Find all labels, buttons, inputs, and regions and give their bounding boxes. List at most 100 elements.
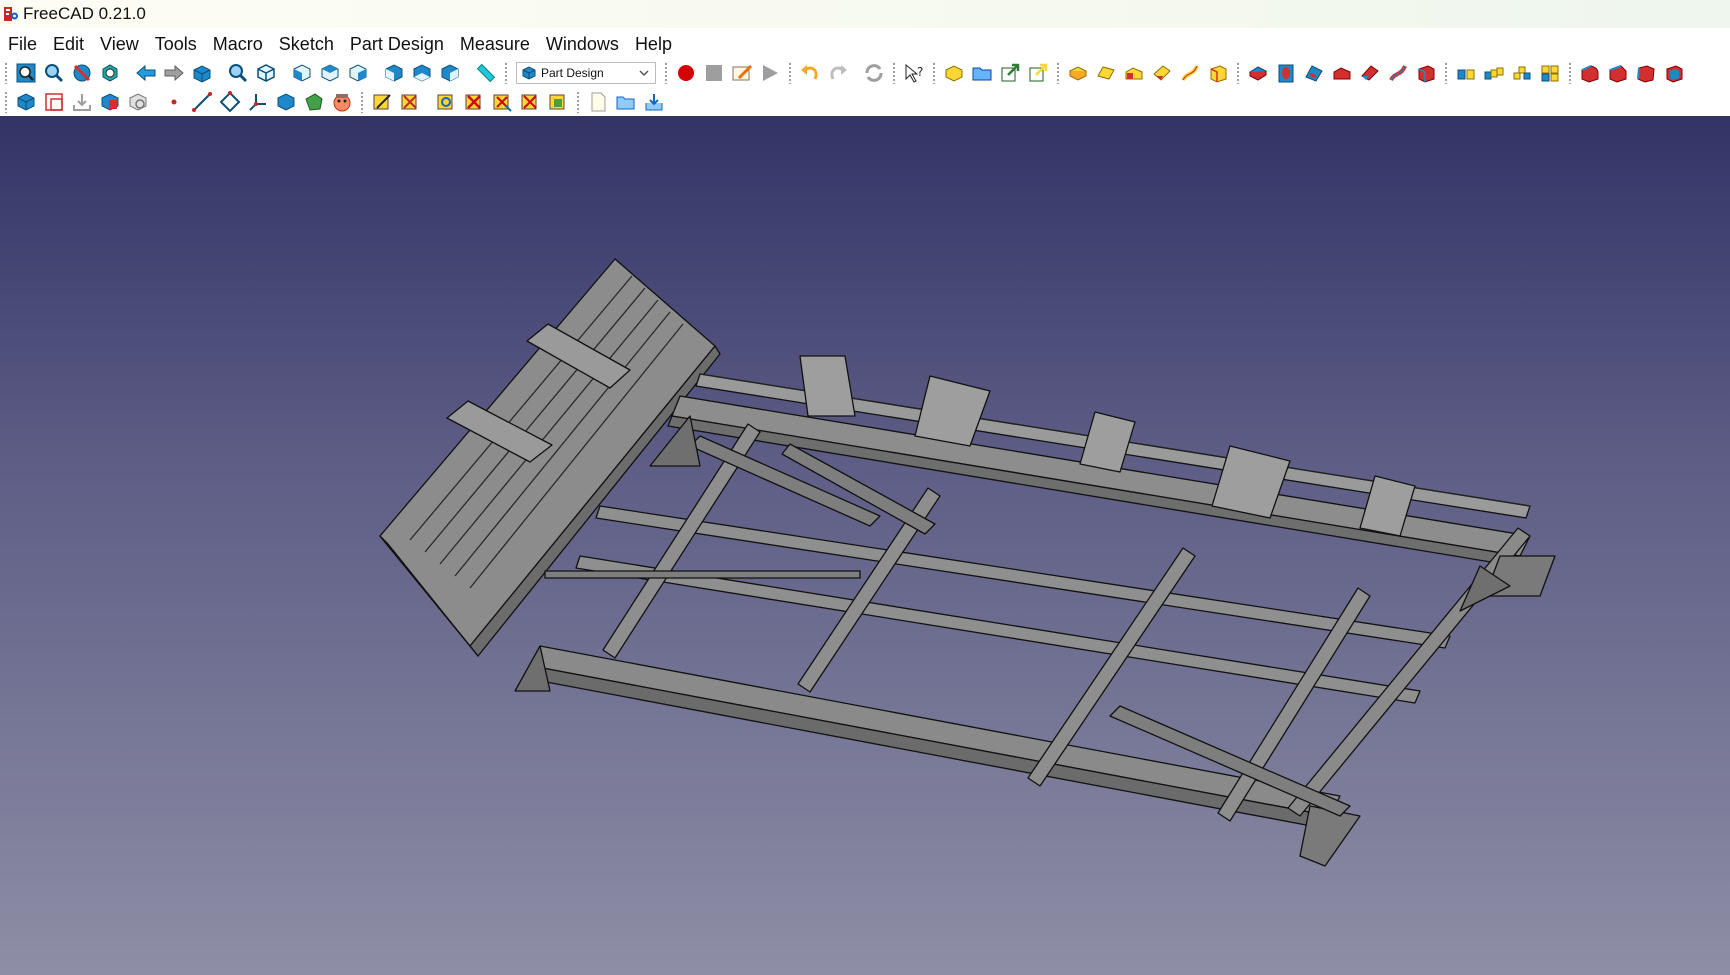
groove-icon[interactable] bbox=[1301, 60, 1327, 86]
hole-icon[interactable] bbox=[1273, 60, 1299, 86]
subtractive-box-icon[interactable] bbox=[1413, 60, 1439, 86]
mirrored-icon[interactable] bbox=[1453, 60, 1479, 86]
isometric-view-icon[interactable] bbox=[253, 60, 279, 86]
redo-icon[interactable] bbox=[825, 60, 851, 86]
shape-green-icon[interactable] bbox=[301, 89, 327, 115]
additive-pipe-icon[interactable] bbox=[1149, 60, 1175, 86]
datum-point-icon[interactable] bbox=[161, 89, 187, 115]
3d-model[interactable] bbox=[0, 116, 1730, 975]
bottom-view-icon[interactable] bbox=[409, 60, 435, 86]
link-icon[interactable] bbox=[997, 60, 1023, 86]
pocket-icon[interactable] bbox=[1245, 60, 1271, 86]
measure-clear-icon[interactable] bbox=[461, 89, 487, 115]
subtractive-loft-icon[interactable] bbox=[1329, 60, 1355, 86]
rail-bracket-1 bbox=[799, 355, 856, 417]
local-coordinate-system-icon[interactable] bbox=[245, 89, 271, 115]
std-view-menu-icon[interactable] bbox=[189, 60, 215, 86]
datum-line-icon[interactable] bbox=[189, 89, 215, 115]
undo-icon[interactable] bbox=[797, 60, 823, 86]
measure-refresh-icon[interactable] bbox=[433, 89, 459, 115]
chamfer-icon[interactable] bbox=[1605, 60, 1631, 86]
menu-sketch[interactable]: Sketch bbox=[271, 28, 342, 60]
toolbar-grip[interactable] bbox=[504, 61, 508, 84]
menu-part-design[interactable]: Part Design bbox=[342, 28, 452, 60]
zoom-icon[interactable] bbox=[225, 60, 251, 86]
revolution-icon[interactable] bbox=[1093, 60, 1119, 86]
part-design-icon bbox=[522, 65, 536, 80]
macro-edit-icon[interactable] bbox=[729, 60, 755, 86]
measure-toggle-icon[interactable] bbox=[489, 89, 515, 115]
additive-box-icon[interactable] bbox=[1205, 60, 1231, 86]
back-arrow-icon[interactable] bbox=[133, 60, 159, 86]
macro-stop-icon[interactable] bbox=[701, 60, 727, 86]
front-view-icon[interactable] bbox=[289, 60, 315, 86]
datum-plane-icon[interactable] bbox=[217, 89, 243, 115]
draft-icon[interactable] bbox=[1633, 60, 1659, 86]
menu-macro[interactable]: Macro bbox=[205, 28, 271, 60]
save-icon[interactable] bbox=[641, 89, 667, 115]
addon-face-icon[interactable] bbox=[329, 89, 355, 115]
fillet-icon[interactable] bbox=[1577, 60, 1603, 86]
toolbar-grip[interactable] bbox=[1444, 61, 1448, 84]
polar-pattern-icon[interactable] bbox=[1509, 60, 1535, 86]
refresh-icon[interactable] bbox=[861, 60, 887, 86]
toolbar-grip[interactable] bbox=[892, 61, 896, 84]
toolbar-grip[interactable] bbox=[788, 61, 792, 84]
measure-angular-icon[interactable] bbox=[397, 89, 423, 115]
link-sub-icon[interactable] bbox=[1025, 60, 1051, 86]
macro-execute-icon[interactable] bbox=[757, 60, 783, 86]
validate-sketch-icon[interactable] bbox=[69, 89, 95, 115]
linear-pattern-icon[interactable] bbox=[1481, 60, 1507, 86]
toolbar-grip[interactable] bbox=[932, 61, 936, 84]
toolbar-grip[interactable] bbox=[4, 90, 8, 113]
menu-measure[interactable]: Measure bbox=[452, 28, 538, 60]
additive-loft-icon[interactable] bbox=[1121, 60, 1147, 86]
chevron-down-icon bbox=[639, 69, 649, 76]
right-view-icon[interactable] bbox=[345, 60, 371, 86]
menu-edit[interactable]: Edit bbox=[45, 28, 92, 60]
forward-arrow-icon[interactable] bbox=[161, 60, 187, 86]
fit-all-icon[interactable] bbox=[13, 60, 39, 86]
menu-windows[interactable]: Windows bbox=[538, 28, 627, 60]
toolbar-grip[interactable] bbox=[664, 61, 668, 84]
create-part-icon[interactable] bbox=[969, 60, 995, 86]
menu-view[interactable]: View bbox=[92, 28, 147, 60]
top-view-icon[interactable] bbox=[317, 60, 343, 86]
thickness-icon[interactable] bbox=[1661, 60, 1687, 86]
rear-view-icon[interactable] bbox=[381, 60, 407, 86]
toolbar-grip[interactable] bbox=[576, 90, 580, 113]
subtractive-pipe-icon[interactable] bbox=[1357, 60, 1383, 86]
subtractive-helix-icon[interactable] bbox=[1385, 60, 1411, 86]
bounding-box-icon[interactable] bbox=[97, 60, 123, 86]
draw-style-icon[interactable] bbox=[69, 60, 95, 86]
open-folder-icon[interactable] bbox=[613, 89, 639, 115]
measure-toggle-3d-icon[interactable] bbox=[517, 89, 543, 115]
menu-help[interactable]: Help bbox=[627, 28, 680, 60]
toolbar-grip[interactable] bbox=[4, 61, 8, 84]
create-body-icon[interactable] bbox=[941, 60, 967, 86]
toolbar-grip[interactable] bbox=[360, 90, 364, 113]
toolbar-grip[interactable] bbox=[1568, 61, 1572, 84]
additive-helix-icon[interactable] bbox=[1177, 60, 1203, 86]
menu-tools[interactable]: Tools bbox=[147, 28, 205, 60]
workbench-selector[interactable]: Part Design bbox=[516, 61, 656, 84]
new-body-icon[interactable] bbox=[13, 89, 39, 115]
measure-linear-icon[interactable] bbox=[369, 89, 395, 115]
toolbar-grip[interactable] bbox=[1236, 61, 1240, 84]
sub-shape-binder-icon[interactable] bbox=[273, 89, 299, 115]
left-view-icon[interactable] bbox=[437, 60, 463, 86]
shape-binder-icon[interactable] bbox=[97, 89, 123, 115]
menu-file[interactable]: File bbox=[0, 28, 45, 60]
toolbar-grip[interactable] bbox=[1056, 61, 1060, 84]
clone-icon[interactable] bbox=[125, 89, 151, 115]
3d-viewport[interactable] bbox=[0, 116, 1730, 975]
new-document-icon[interactable] bbox=[585, 89, 611, 115]
measure-distance-icon[interactable] bbox=[473, 60, 499, 86]
pad-icon[interactable] bbox=[1065, 60, 1091, 86]
fit-selection-icon[interactable] bbox=[41, 60, 67, 86]
create-sketch-icon[interactable] bbox=[41, 89, 67, 115]
macro-record-icon[interactable] bbox=[673, 60, 699, 86]
whats-this-icon[interactable]: ? bbox=[901, 60, 927, 86]
multi-transform-icon[interactable] bbox=[1537, 60, 1563, 86]
measure-toggle-delta-icon[interactable] bbox=[545, 89, 571, 115]
